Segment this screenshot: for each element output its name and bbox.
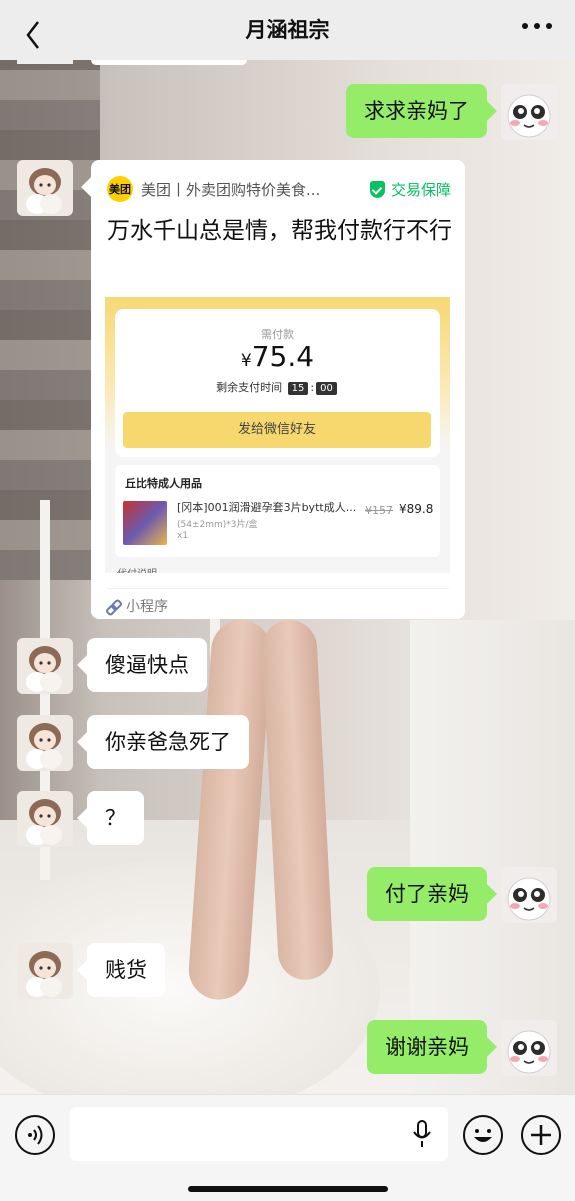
message-row-in: ？: [17, 791, 144, 847]
contact-avatar[interactable]: [17, 638, 73, 694]
doll-avatar-icon: [17, 638, 73, 694]
product-thumbnail: [123, 501, 167, 545]
send-to-friend-button[interactable]: 发给微信好友: [123, 412, 431, 448]
message-bubble-in[interactable]: 傻逼快点: [87, 638, 207, 692]
timer-seconds: 00: [316, 382, 337, 395]
product-spec: (54±2mm)*3片/盒: [177, 520, 258, 530]
shield-icon: [369, 181, 385, 198]
card-source: 美团 美团丨外卖团购特价美食...: [107, 176, 320, 202]
shop-name: 丘比特成人用品: [125, 477, 202, 490]
card-preview: 需付款 ¥75.4 剩余支付时间 15:00 发给微信好友 丘比特成人用品 [冈…: [105, 297, 450, 573]
message-bubble-out[interactable]: 付了亲妈: [367, 867, 487, 921]
message-bubble-out[interactable]: 谢谢亲妈: [367, 1020, 487, 1074]
message-bubble-in[interactable]: 贱货: [87, 943, 165, 997]
panda-avatar-icon: [501, 84, 557, 140]
mini-program-icon: [107, 600, 120, 613]
message-input[interactable]: [70, 1107, 448, 1161]
message-row-in: 贱货: [17, 943, 165, 999]
voice-icon: [28, 1125, 43, 1145]
message-row-out: 付了亲妈: [367, 867, 557, 923]
message-bubble-in[interactable]: ？: [87, 791, 144, 845]
voice-toggle-button[interactable]: [15, 1115, 55, 1155]
doll-avatar-icon: [17, 791, 73, 847]
more-functions-button[interactable]: [521, 1115, 561, 1155]
product-panel: 丘比特成人用品 [冈本]001润滑避孕套3片bytt成人... (54±2mm)…: [115, 465, 440, 557]
panda-avatar-icon: [501, 867, 557, 923]
currency-symbol: ¥: [240, 351, 252, 371]
payment-note: 代付说明: [117, 565, 157, 573]
mini-program-footer: 小程序: [107, 596, 168, 616]
my-avatar[interactable]: [501, 867, 557, 923]
message-row-in: 你亲爸急死了: [17, 715, 249, 771]
product-name: [冈本]001润滑避孕套3片bytt成人...: [177, 501, 357, 514]
card-divider: [107, 588, 449, 589]
message-row-in: 傻逼快点: [17, 638, 207, 694]
my-avatar[interactable]: [501, 1020, 557, 1076]
sale-price: ¥89.8: [399, 502, 434, 516]
contact-avatar[interactable]: [17, 791, 73, 847]
payment-timer: 剩余支付时间 15:00: [115, 379, 440, 395]
message-row-out: 谢谢亲妈: [367, 1020, 557, 1076]
contact-avatar[interactable]: [17, 715, 73, 771]
contact-avatar[interactable]: [17, 943, 73, 999]
panda-avatar-icon: [501, 1020, 557, 1076]
amount-value: 75.4: [251, 340, 315, 373]
microphone-icon[interactable]: [410, 1119, 434, 1149]
more-button[interactable]: [517, 10, 557, 50]
message-row-in: [17, 160, 73, 216]
doll-avatar-icon: [17, 943, 73, 999]
contact-avatar[interactable]: [17, 160, 73, 216]
card-description: 万水千山总是情，帮我付款行不行: [107, 218, 452, 244]
doll-avatar-icon: [17, 715, 73, 771]
timer-minutes: 15: [287, 382, 309, 395]
message-row-out: 求求亲妈了: [346, 84, 557, 140]
chat-header: 月涵祖宗: [0, 0, 575, 60]
timer-label: 剩余支付时间: [216, 381, 283, 394]
emoji-icon: [474, 1129, 492, 1142]
trade-guarantee: 交易保障: [369, 179, 451, 200]
meituan-logo: 美团: [107, 176, 133, 202]
my-avatar[interactable]: [501, 84, 557, 140]
input-bar: [0, 1094, 575, 1201]
plus-icon: [531, 1125, 551, 1145]
home-indicator: [188, 1186, 388, 1192]
payment-amount: ¥75.4: [115, 340, 440, 373]
guarantee-label: 交易保障: [390, 181, 451, 199]
payment-panel: 需付款 ¥75.4 剩余支付时间 15:00 发给微信好友: [115, 309, 440, 457]
avatar-partial: [17, 60, 73, 64]
message-bubble-out[interactable]: 求求亲妈了: [346, 84, 487, 138]
doll-avatar-icon: [17, 160, 73, 216]
emoji-button[interactable]: [463, 1115, 503, 1155]
product-quantity: x1: [177, 531, 189, 541]
timer-separator: :: [310, 381, 315, 394]
original-price: ¥157: [365, 504, 393, 517]
mini-program-label: 小程序: [126, 599, 168, 615]
chat-title: 月涵祖宗: [245, 18, 330, 42]
mini-program-card[interactable]: 美团 美团丨外卖团购特价美食... 交易保障 万水千山总是情，帮我付款行不行 需…: [91, 160, 465, 619]
bubble-partial: [91, 60, 247, 65]
message-bubble-in[interactable]: 你亲爸急死了: [87, 715, 249, 769]
more-icon: [522, 23, 552, 29]
card-source-text: 美团丨外卖团购特价美食...: [141, 180, 321, 199]
